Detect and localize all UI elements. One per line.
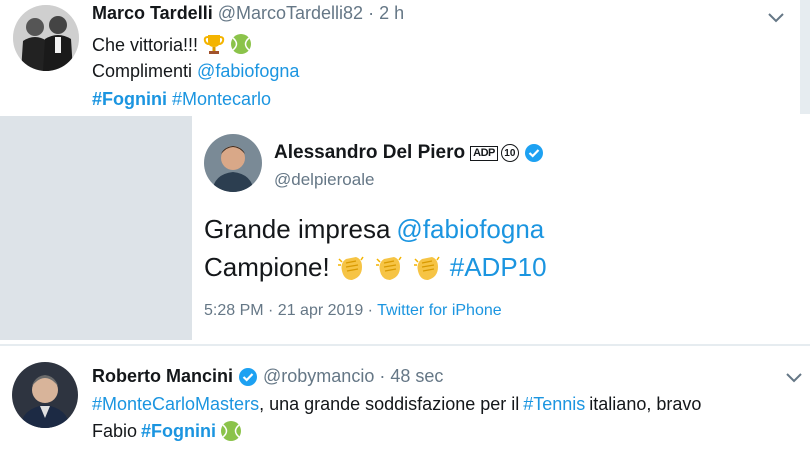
quoted-source-link[interactable]: Twitter for iPhone [377,302,502,319]
tweet-mancini: Roberto Mancini @robymancio · 48 sec #Mo… [0,346,810,456]
verified-badge-icon [524,143,544,163]
quoted-author-name[interactable]: Alessandro Del Piero [274,142,465,164]
quoted-meta: 5:28 PM · 21 apr 2019 · Twitter for iPho… [204,302,502,320]
tweet-time[interactable]: 2 h [379,3,404,23]
avatar-delpiero[interactable] [204,134,262,192]
adp-badge: ADP [470,145,498,161]
scrollbar[interactable] [800,0,810,114]
adp-number-badge: 10 [500,144,519,162]
clapping-hands-icon [374,253,406,283]
quoted-text-line-1: Grande impresa @fabiofogna [204,214,544,245]
tweet-text: , una grande soddisfazione per il [259,394,520,414]
separator-dot: · [379,366,386,386]
hashtag-tennis[interactable]: #Tennis [523,394,585,415]
avatar-tardelli[interactable] [13,5,79,71]
clapping-hands-icon [336,253,368,283]
quoted-tweet-area: Alessandro Del Piero ADP 10 @delpieroale… [0,116,810,344]
hashtag-fognini[interactable]: #Fognini [141,421,216,442]
tweet-header: Marco Tardelli @MarcoTardelli82 · 2 h [92,3,404,24]
quoted-author-handle[interactable]: @delpieroale [274,170,374,190]
separator-dot: · [368,3,375,23]
tweet-text-line-2: Complimenti @fabiofogna [92,61,299,82]
tennis-ball-icon [230,33,252,55]
tweet-text-line-1: #MonteCarloMasters, una grande soddisfaz… [92,394,701,415]
tweet-tardelli: Marco Tardelli @MarcoTardelli82 · 2 h Ch… [0,0,810,116]
quoted-author-row: Alessandro Del Piero ADP 10 [274,142,544,164]
tweet-text: italiano, bravo [589,394,702,414]
avatar-mancini[interactable] [12,362,78,428]
tweet-text-line-1: Che vittoria!!! [92,33,252,56]
author-name[interactable]: Roberto Mancini [92,366,233,387]
quoted-tweet-card[interactable]: Alessandro Del Piero ADP 10 @delpieroale… [192,116,800,340]
hashtag-text: #Fognini [92,89,167,109]
tweet-text: Fabio [92,420,138,441]
tweet-text: Che vittoria!!! [92,35,199,55]
verified-badge-icon [238,367,258,387]
hashtag-montecarlomasters[interactable]: #MonteCarloMasters [92,394,259,415]
hashtag-fognini[interactable]: #Fognini [92,89,167,109]
tweet-text: Complimenti [92,61,193,81]
trophy-icon [203,33,225,55]
tweet-time[interactable]: 48 sec [390,366,443,387]
tennis-ball-icon [220,420,242,442]
mention-link[interactable]: @fabiofogna [396,214,544,245]
media-placeholder [0,116,192,340]
quoted-text: Campione! [204,252,330,282]
author-handle[interactable]: @robymancio [263,366,374,387]
chevron-down-icon[interactable] [782,368,806,388]
author-handle[interactable]: @MarcoTardelli82 [218,3,363,23]
chevron-down-icon[interactable] [764,8,788,28]
author-name[interactable]: Marco Tardelli [92,3,213,23]
quoted-text: Grande impresa [204,214,391,244]
quoted-text-line-2: Campione! #ADP10 [204,252,547,283]
hashtag-text: #Fognini [141,420,217,441]
quoted-timestamp[interactable]: 5:28 PM · 21 apr 2019 · [204,302,373,319]
mention-link[interactable]: @fabiofogna [197,61,299,81]
hashtag-adp10[interactable]: #ADP10 [450,252,547,283]
clapping-hands-icon [412,253,444,283]
tweet-hashtags: #Fognini #Montecarlo [92,89,271,110]
tweet-text-line-2: Fabio #Fognini [92,420,242,442]
tweet-header: Roberto Mancini @robymancio · 48 sec [92,366,443,387]
hashtag-montecarlo[interactable]: #Montecarlo [172,89,271,109]
